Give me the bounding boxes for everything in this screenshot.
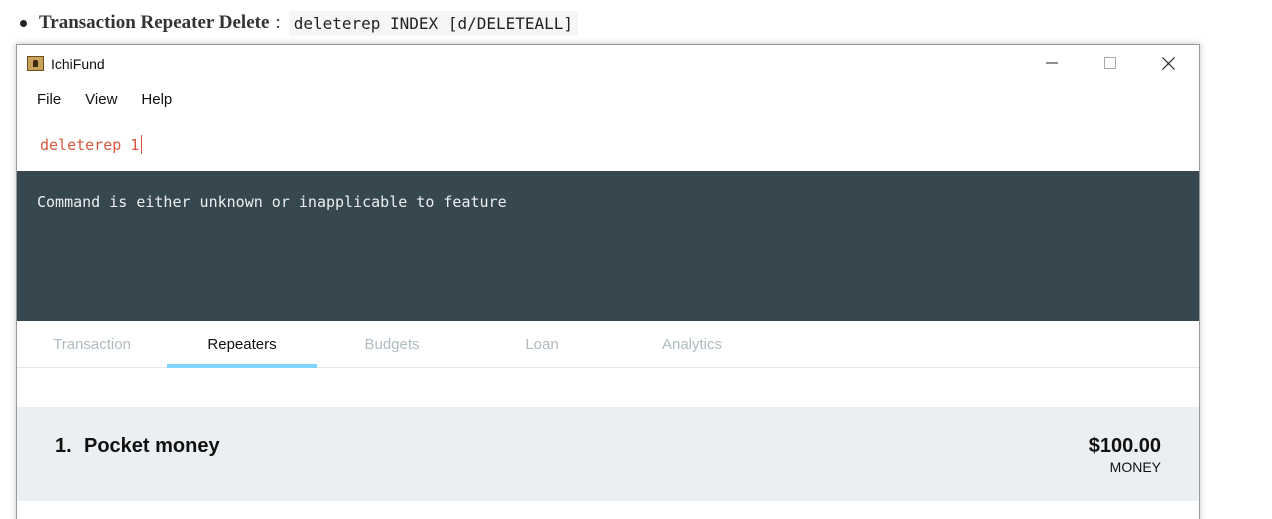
doc-colon: : [275,12,281,33]
app-logo-icon [27,56,44,71]
text-caret [141,135,143,154]
window-title: IchiFund [51,56,105,72]
tab-bar: Transaction Repeaters Budgets Loan Analy… [17,321,1199,368]
bullet-icon [20,19,27,27]
tab-loan[interactable]: Loan [467,321,617,368]
title-bar[interactable]: IchiFund [17,45,1199,81]
maximize-button[interactable] [1081,45,1139,81]
repeater-list: 1. Pocket money $100.00 MONEY [17,369,1199,519]
repeater-category: MONEY [1109,459,1161,475]
close-icon [1161,56,1175,70]
minimize-icon [1046,62,1058,64]
doc-feature-title: Transaction Repeater Delete [39,12,270,33]
app-window: IchiFund File View Help deleterep 1 Comm… [16,44,1200,519]
tab-analytics[interactable]: Analytics [617,321,767,368]
result-display: Command is either unknown or inapplicabl… [17,171,1199,321]
result-message: Command is either unknown or inapplicabl… [37,193,507,211]
command-input-text[interactable]: deleterep 1 [40,135,143,154]
repeater-amount: $100.00 [1088,435,1161,457]
repeater-description: Pocket money [84,435,220,457]
menu-view[interactable]: View [85,91,117,108]
close-button[interactable] [1139,45,1197,81]
doc-bullet-line: Transaction Repeater Delete : deleterep … [20,9,579,37]
menu-file[interactable]: File [37,91,61,108]
list-item[interactable]: 1. Pocket money $100.00 MONEY [17,407,1199,501]
tab-repeaters[interactable]: Repeaters [167,321,317,368]
command-value: deleterep 1 [40,136,140,154]
tab-transaction[interactable]: Transaction [17,321,167,368]
tab-budgets[interactable]: Budgets [317,321,467,368]
doc-command-format: deleterep INDEX [d/DELETEALL] [288,10,579,36]
command-input[interactable]: deleterep 1 [17,123,1199,171]
minimize-button[interactable] [1023,45,1081,81]
repeater-index: 1. [55,435,72,457]
menu-help[interactable]: Help [141,91,172,108]
maximize-icon [1104,57,1116,69]
menu-bar: File View Help [17,81,1199,117]
